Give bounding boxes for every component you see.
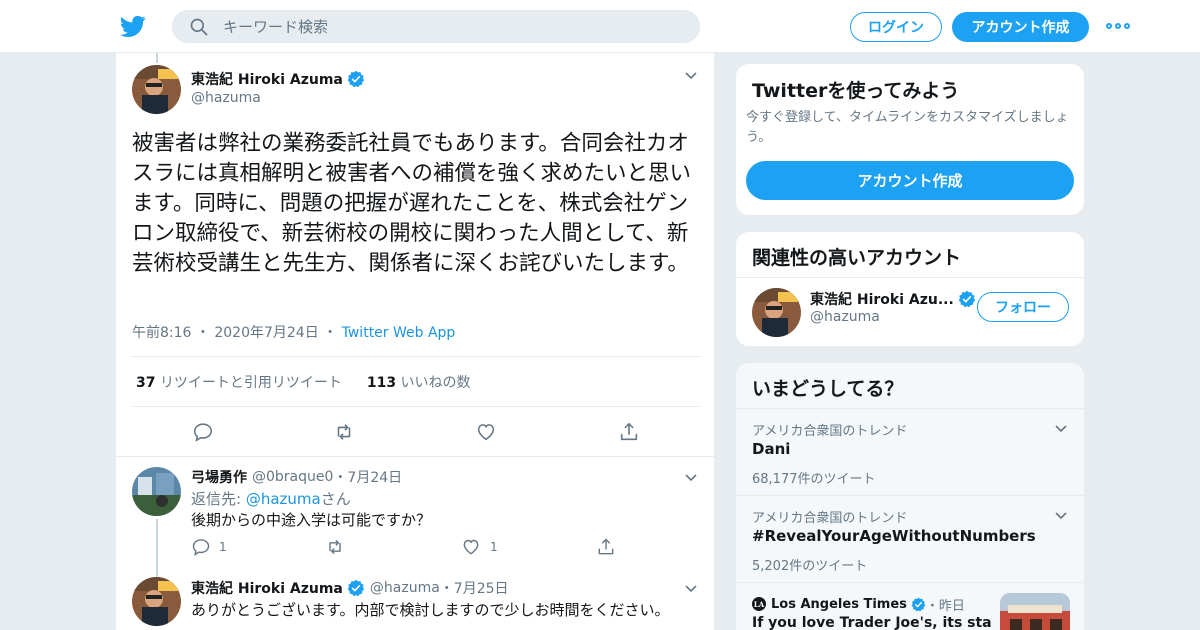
reply-icon[interactable] [191, 537, 211, 557]
trend-item[interactable]: アメリカ合衆国のトレンド #RevealYourAgeWithoutNumber… [736, 495, 1084, 582]
trend-context: アメリカ合衆国のトレンド [752, 424, 908, 439]
signup-card: Twitterを使ってみよう 今すぐ登録して、タイムラインをカスタマイズしましょ… [735, 63, 1085, 216]
news-time: 昨日 [938, 599, 965, 614]
reply-text: ありがとうございます。内部で検討しますので少しお時間をください。 [191, 601, 670, 619]
separator-dot: ・ [925, 599, 939, 614]
divider [132, 406, 700, 407]
tweet-date[interactable]: 2020年7月24日 [214, 325, 318, 341]
svg-text:LA: LA [754, 600, 765, 609]
related-card-title: 関連性の高いアカウント [752, 247, 962, 269]
tweet-metadata: 午前8:16 ・ 2020年7月24日 ・ Twitter Web App [132, 322, 455, 342]
trend-name: Dani [752, 440, 791, 458]
reply-to-prefix: 返信先: [191, 490, 246, 508]
related-accounts-card: 関連性の高いアカウント 東浩紀 Hiroki Azu... @hazuma フォ… [735, 231, 1085, 347]
reply-to-suffix: さん [320, 490, 351, 508]
share-icon[interactable] [618, 421, 640, 443]
main-column: 東浩紀 Hiroki Azuma @hazuma 被害者は弊社の業務委託社員でも… [115, 53, 715, 630]
trend-tweet-count: 5,202件のツイート [752, 559, 868, 574]
related-account-name[interactable]: 東浩紀 Hiroki Azu... [810, 289, 954, 309]
divider [132, 356, 700, 357]
twitter-logo-icon[interactable] [120, 13, 146, 39]
chevron-down-icon[interactable] [1054, 511, 1068, 521]
chevron-down-icon[interactable] [684, 584, 698, 594]
trends-card: いまどうしてる？ アメリカ合衆国のトレンド Dani 68,177件のツイート … [735, 362, 1085, 630]
search-input[interactable] [223, 17, 663, 36]
reply-author-name[interactable]: 東浩紀 Hiroki Azuma [191, 578, 343, 598]
tweet-text: 被害者は弊社の業務委託社員でもあります。合同会社カオスラには真相解明と被害者への… [132, 131, 692, 276]
tweet-time[interactable]: 午前8:16 [132, 325, 191, 341]
news-thumbnail [1000, 593, 1070, 630]
separator-dot: ・ [333, 470, 348, 486]
chevron-down-icon[interactable] [684, 473, 698, 483]
verified-badge-icon [958, 290, 975, 308]
login-button[interactable]: ログイン [850, 12, 942, 42]
news-headline: If you love Trader Joe's, its stances [752, 615, 992, 630]
reply-author-handle[interactable]: @0braque0 [252, 469, 333, 485]
reply-date[interactable]: 7月25日 [454, 578, 509, 598]
like-count: 113 [366, 375, 397, 391]
search-box[interactable] [172, 10, 700, 43]
signup-card-description: 今すぐ登録して、タイムラインをカスタマイズしましょう。 [746, 110, 1069, 145]
like-count: 1 [490, 540, 498, 554]
news-item[interactable]: LA Los Angeles Times ・ 昨日 If you love Tr… [736, 582, 1084, 630]
divider [736, 277, 1084, 278]
section-separator [116, 456, 714, 466]
news-source-name: Los Angeles Times [771, 597, 907, 612]
reply-author-avatar[interactable] [132, 467, 181, 516]
trend-name: #RevealYourAgeWithoutNumbers [752, 527, 1036, 545]
like-icon[interactable] [475, 421, 497, 443]
like-stat[interactable]: 113 いいねの数 [367, 375, 471, 391]
reply-text: 後期からの中途入学は可能ですか？ [191, 511, 432, 529]
tweet-stats: 37 リツイートと引用リツイート 113 いいねの数 [136, 372, 471, 392]
separator-dot: ・ [323, 325, 338, 341]
reply-icon[interactable] [192, 421, 214, 443]
reply-author-handle[interactable]: @hazuma [370, 580, 440, 596]
separator-dot: ・ [195, 325, 210, 341]
trend-tweet-count: 68,177件のツイート [752, 472, 876, 487]
more-options-icon[interactable] [1106, 18, 1130, 34]
author-avatar[interactable] [132, 65, 181, 114]
trend-item[interactable]: アメリカ合衆国のトレンド Dani 68,177件のツイート [736, 408, 1084, 495]
reply-to-handle-link[interactable]: @hazuma [246, 490, 321, 508]
like-label: いいねの数 [400, 375, 471, 391]
top-bar: ログイン アカウント作成 [0, 0, 1200, 53]
verified-badge-icon [347, 70, 365, 88]
verified-badge-icon [911, 597, 926, 612]
retweet-stat[interactable]: 37 リツイートと引用リツイート [136, 375, 342, 391]
share-icon[interactable] [596, 537, 616, 557]
signup-card-button[interactable]: アカウント作成 [746, 161, 1074, 200]
author-handle[interactable]: @hazuma [191, 90, 261, 106]
verified-badge-icon [347, 579, 365, 597]
chevron-down-icon[interactable] [1054, 424, 1068, 434]
author-name[interactable]: 東浩紀 Hiroki Azuma [191, 69, 343, 89]
reply-count: 1 [219, 540, 227, 554]
retweet-icon[interactable] [333, 421, 355, 443]
reply-to-line: 返信先: @hazumaさん [191, 488, 351, 509]
follow-button[interactable]: フォロー [977, 292, 1069, 322]
reply-date[interactable]: 7月24日 [347, 467, 402, 487]
retweet-count: 37 [136, 375, 156, 391]
related-account-avatar[interactable] [752, 288, 801, 337]
like-icon[interactable] [461, 537, 481, 557]
tweet-source-link[interactable]: Twitter Web App [342, 325, 456, 341]
reply-author-avatar[interactable] [132, 577, 181, 626]
separator-dot: ・ [439, 581, 454, 597]
retweet-icon[interactable] [325, 537, 345, 557]
trend-context: アメリカ合衆国のトレンド [752, 511, 908, 526]
thread-line [156, 53, 158, 63]
signup-button[interactable]: アカウント作成 [952, 12, 1089, 42]
news-source-logo-icon: LA [752, 597, 766, 611]
reply-author-name[interactable]: 弓場勇作 [191, 467, 247, 487]
retweet-label: リツイートと引用リツイート [159, 375, 342, 391]
search-icon [190, 18, 208, 35]
trends-card-title: いまどうしてる？ [752, 378, 904, 400]
related-account-handle[interactable]: @hazuma [810, 309, 880, 325]
signup-card-title: Twitterを使ってみよう [752, 80, 960, 102]
chevron-down-icon[interactable] [684, 71, 698, 81]
